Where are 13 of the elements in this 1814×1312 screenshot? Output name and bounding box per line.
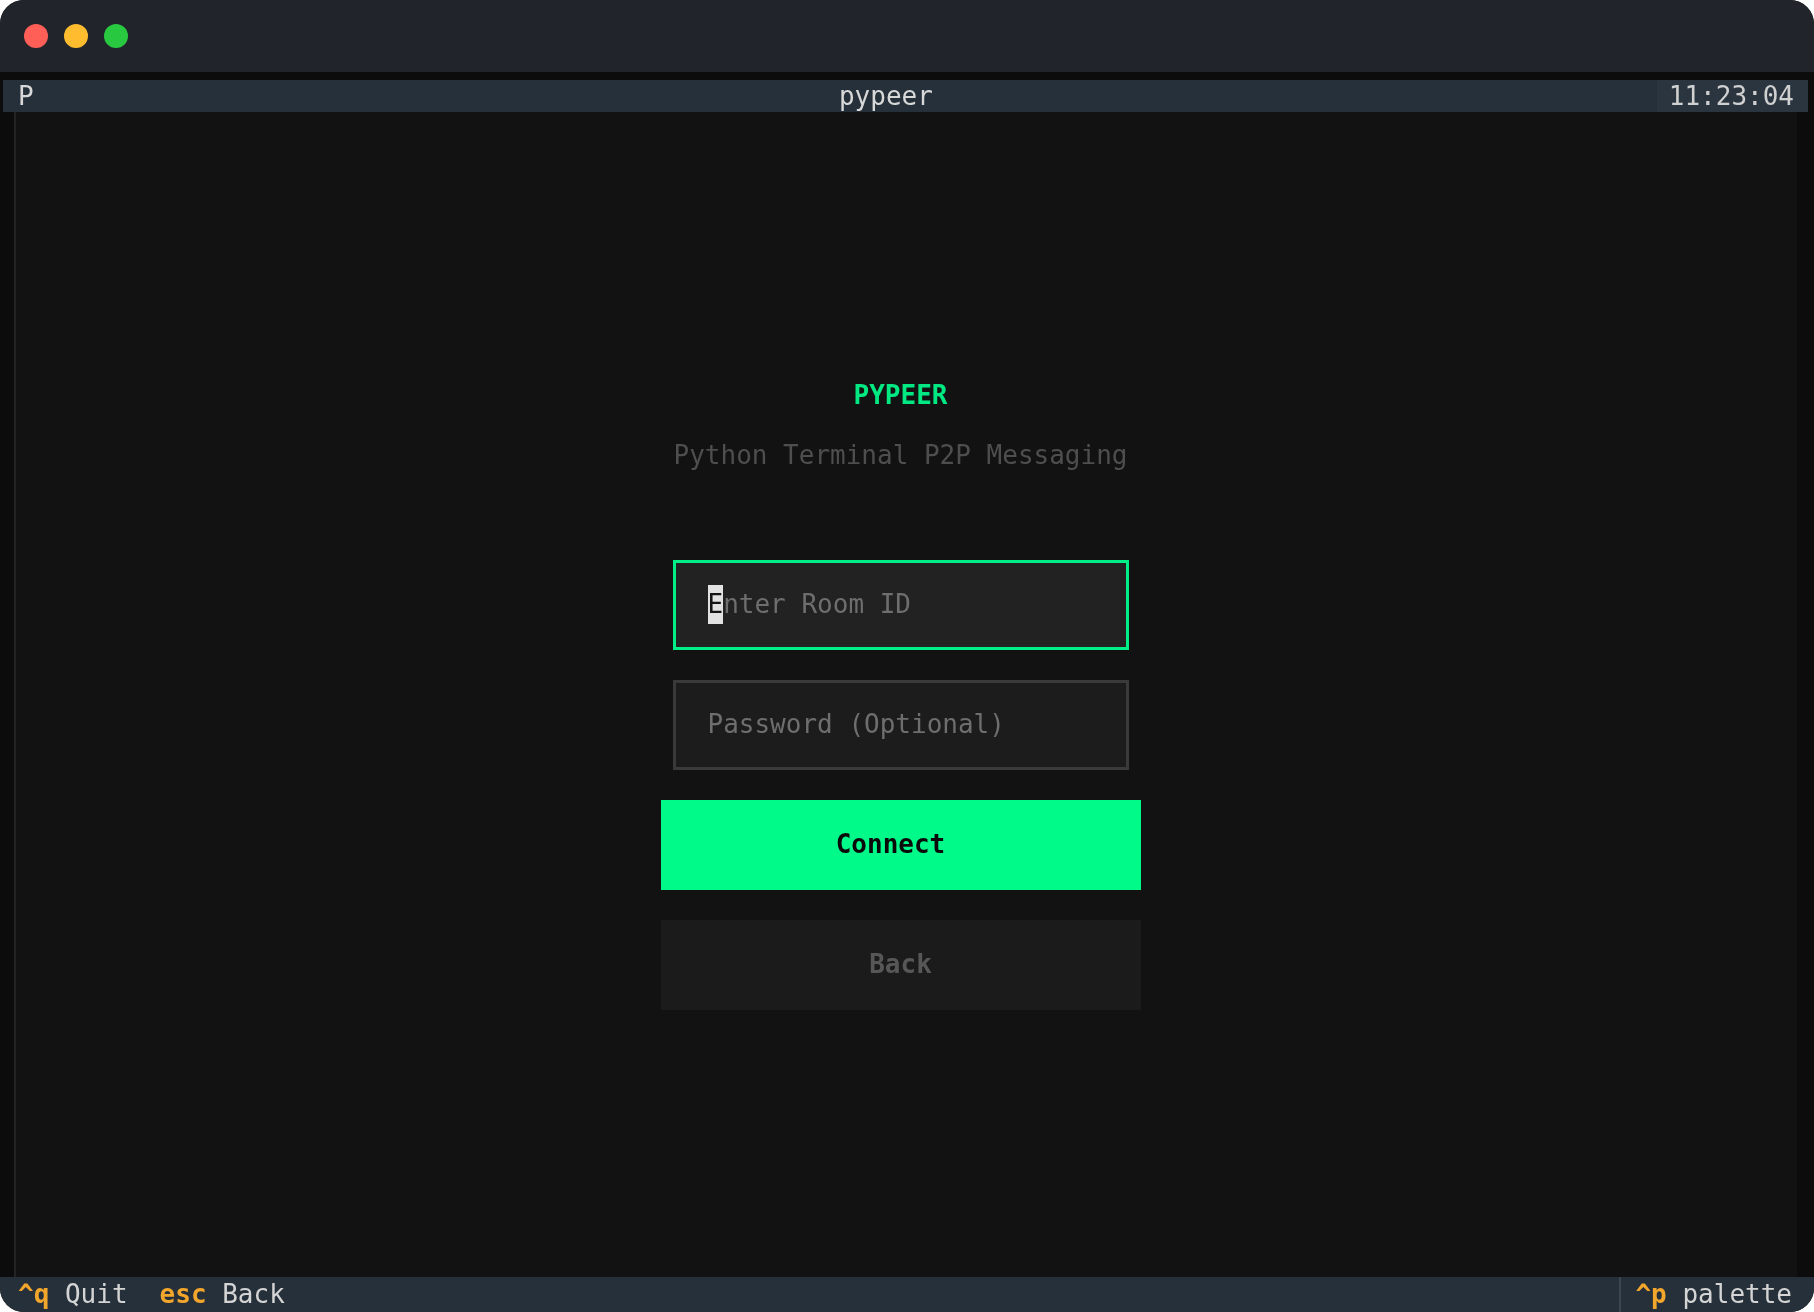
app-heading: PYPEER (852, 379, 949, 410)
window-maximize-icon[interactable] (104, 24, 128, 48)
footer-shortcut[interactable]: ^q Quit (10, 1277, 136, 1312)
connect-button[interactable]: Connect (660, 799, 1141, 890)
input-field[interactable]: Enter Room ID (672, 559, 1129, 650)
window-close-icon[interactable] (24, 24, 48, 48)
window-minimize-icon[interactable] (64, 24, 88, 48)
footer-shortcut[interactable]: ^p palette (1619, 1277, 1800, 1312)
header-icon-letter: P (17, 80, 35, 112)
app-subtitle: Python Terminal P2P Messaging (672, 439, 1129, 470)
footer-shortcut[interactable]: esc Back (151, 1277, 293, 1312)
header-title: pypeer (837, 80, 934, 112)
header-clock: 11:23:04 (1656, 80, 1808, 112)
